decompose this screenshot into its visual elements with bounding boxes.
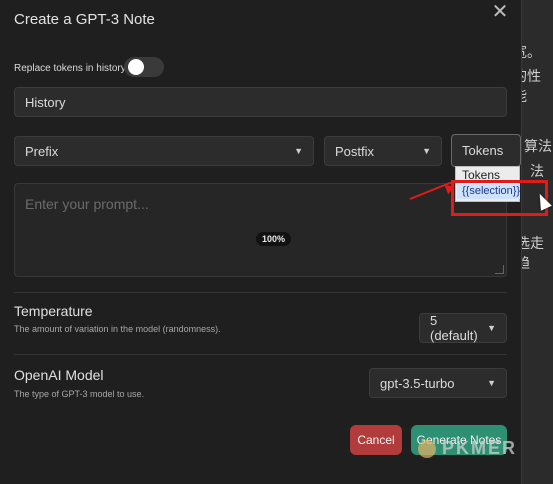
tokens-select-label: Tokens [462, 143, 504, 158]
close-icon[interactable]: ✕ [491, 2, 509, 22]
divider [14, 292, 507, 293]
cancel-button[interactable]: Cancel [350, 425, 402, 455]
toggle-knob [128, 59, 144, 75]
annotation-highlight-box [451, 180, 548, 216]
replace-tokens-toggle[interactable] [124, 57, 164, 77]
temperature-value: 5 (default) [430, 313, 478, 343]
prefix-select[interactable]: Prefix ▼ [14, 136, 314, 166]
chevron-down-icon: ▼ [294, 146, 303, 156]
watermark: PKMER [418, 438, 517, 459]
history-field[interactable]: History [14, 87, 507, 117]
create-note-modal: Create a GPT-3 Note ✕ Replace tokens in … [0, 0, 522, 484]
temperature-select[interactable]: 5 (default) ▼ [419, 313, 507, 343]
model-title: OpenAI Model [14, 367, 104, 383]
postfix-select[interactable]: Postfix ▼ [324, 136, 442, 166]
chevron-down-icon: ▼ [487, 323, 496, 333]
watermark-logo-icon [418, 439, 436, 458]
model-select[interactable]: gpt-3.5-turbo ▼ [369, 368, 507, 398]
chevron-down-icon: ▼ [422, 146, 431, 156]
chevron-down-icon: ▼ [487, 378, 496, 388]
divider [14, 354, 507, 355]
zoom-badge: 100% [256, 232, 292, 246]
temperature-description: The amount of variation in the model (ra… [14, 324, 221, 334]
prefix-select-label: Prefix [25, 143, 59, 159]
history-value: History [25, 94, 66, 110]
prompt-textarea[interactable]: Enter your prompt... 100% [14, 183, 507, 277]
prompt-placeholder: Enter your prompt... [25, 196, 149, 212]
background-text-3: 算法 [524, 139, 552, 155]
replace-tokens-label: Replace tokens in history [14, 63, 126, 74]
model-value: gpt-3.5-turbo [380, 375, 455, 391]
temperature-title: Temperature [14, 303, 93, 319]
watermark-text: PKMER [442, 438, 518, 458]
model-description: The type of GPT-3 model to use. [14, 389, 145, 399]
background-text-4: 法 [530, 164, 544, 180]
tokens-select[interactable]: Tokens [451, 134, 521, 167]
postfix-select-label: Postfix [335, 143, 375, 159]
resize-grip-icon[interactable] [495, 265, 504, 274]
modal-title: Create a GPT-3 Note [14, 11, 155, 28]
